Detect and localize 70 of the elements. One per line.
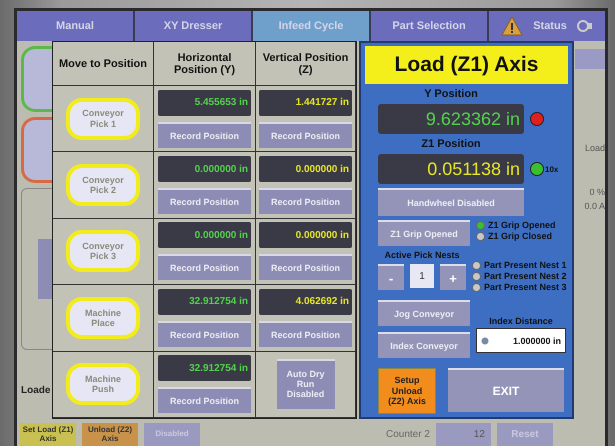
counter-value: 12 xyxy=(436,423,491,446)
side-button[interactable] xyxy=(38,239,52,299)
percent-reading: 0 % xyxy=(589,187,605,197)
position-button[interactable] xyxy=(21,117,52,183)
loader-label: Loade xyxy=(21,385,52,396)
grip-indicator: Z1 Grip Opened xyxy=(476,220,556,230)
index-distance-field[interactable]: 1.000000 in xyxy=(476,328,566,353)
record-position-button[interactable]: Record Position xyxy=(158,122,251,148)
y-position-value: 32.912754 in xyxy=(158,288,251,315)
move-to-position-button[interactable]: Machine Push xyxy=(66,363,140,406)
y-position-value: 5.455653 in xyxy=(158,90,251,116)
record-position-button[interactable]: Record Position xyxy=(158,188,251,214)
index-conveyor-button[interactable]: Index Conveyor xyxy=(378,332,470,358)
counter-label: Counter 2 xyxy=(386,429,430,440)
exit-button[interactable]: EXIT xyxy=(448,368,564,412)
record-position-button[interactable]: Record Position xyxy=(259,122,352,148)
position-readout: 0.051138 in xyxy=(378,154,524,184)
tab[interactable]: Part Selection xyxy=(371,11,487,41)
axis-button[interactable]: Unload (Z2) Axis xyxy=(82,423,138,446)
amps-reading: 0.0 A xyxy=(584,201,605,211)
decrement-button[interactable]: - xyxy=(378,264,404,290)
record-position-button[interactable]: Record Position xyxy=(259,254,352,280)
panel-title: Load (Z1) Axis xyxy=(365,46,568,84)
record-position-button[interactable]: Record Position xyxy=(259,320,352,347)
jog-conveyor-button[interactable]: Jog Conveyor xyxy=(378,300,470,326)
index-distance-label: Index Distance xyxy=(489,316,553,326)
position-readout: 9.623362 in xyxy=(378,104,524,134)
handwheel-button[interactable]: Handwheel Disabled xyxy=(378,188,524,216)
grip-indicator: Z1 Grip Closed xyxy=(476,231,556,241)
axis-button[interactable]: Set Load (Z1) Axis xyxy=(20,423,76,446)
z-position-value: 4.062692 in xyxy=(259,288,352,315)
warning-icon xyxy=(501,16,524,36)
tab[interactable]: Manual xyxy=(17,11,133,41)
increment-button[interactable]: + xyxy=(440,264,466,290)
tab[interactable]: XY Dresser xyxy=(135,11,251,41)
pick-nests-label: Active Pick Nests xyxy=(383,250,461,260)
tab[interactable]: Status xyxy=(489,11,605,41)
setup-unload-button[interactable]: Setup Unload (Z2) Axis xyxy=(378,368,436,414)
position-button[interactable] xyxy=(21,46,52,112)
record-position-button[interactable]: Record Position xyxy=(158,320,251,347)
y-position-value: 0.000000 in xyxy=(158,222,251,248)
column-header: Move to Position xyxy=(53,42,154,86)
position-label: Y Position xyxy=(423,88,479,100)
side-button[interactable] xyxy=(575,49,605,69)
z-position-value: 0.000000 in xyxy=(259,156,352,182)
move-to-position-button[interactable]: Conveyor Pick 1 xyxy=(66,98,140,140)
tab[interactable]: Infeed Cycle xyxy=(253,11,369,41)
column-header: Vertical Position (Z) xyxy=(256,42,356,86)
toggle-icon xyxy=(576,20,593,32)
record-position-button[interactable]: Record Position xyxy=(158,387,251,414)
move-to-position-button[interactable]: Conveyor Pick 2 xyxy=(66,164,140,206)
nest-count-field[interactable]: 1 xyxy=(410,264,434,288)
record-position-button[interactable]: Record Position xyxy=(158,254,251,280)
nest-indicator: Part Present Nest 3 xyxy=(472,282,567,292)
z-position-value: 1.441727 in xyxy=(259,90,352,116)
speed-label: 10x xyxy=(545,164,558,174)
column-header: Horizontal Position (Y) xyxy=(154,42,256,86)
dry-run-button[interactable]: Auto Dry Run Disabled xyxy=(276,359,334,410)
move-to-position-button[interactable]: Conveyor Pick 3 xyxy=(66,230,140,272)
y-position-value: 0.000000 in xyxy=(158,156,251,182)
y-position-value: 32.912754 in xyxy=(158,355,251,382)
knob-icon xyxy=(481,336,489,344)
position-label: Z1 Position xyxy=(420,138,482,150)
grip-button[interactable]: Z1 Grip Opened xyxy=(378,220,470,246)
record-position-button[interactable]: Record Position xyxy=(259,188,352,214)
move-to-position-button[interactable]: Machine Place xyxy=(66,296,140,339)
nest-indicator: Part Present Nest 1 xyxy=(472,260,567,270)
z-position-value: 0.000000 in xyxy=(259,222,352,248)
gauge-label: Load xyxy=(584,143,605,153)
nest-indicator: Part Present Nest 2 xyxy=(472,271,567,281)
